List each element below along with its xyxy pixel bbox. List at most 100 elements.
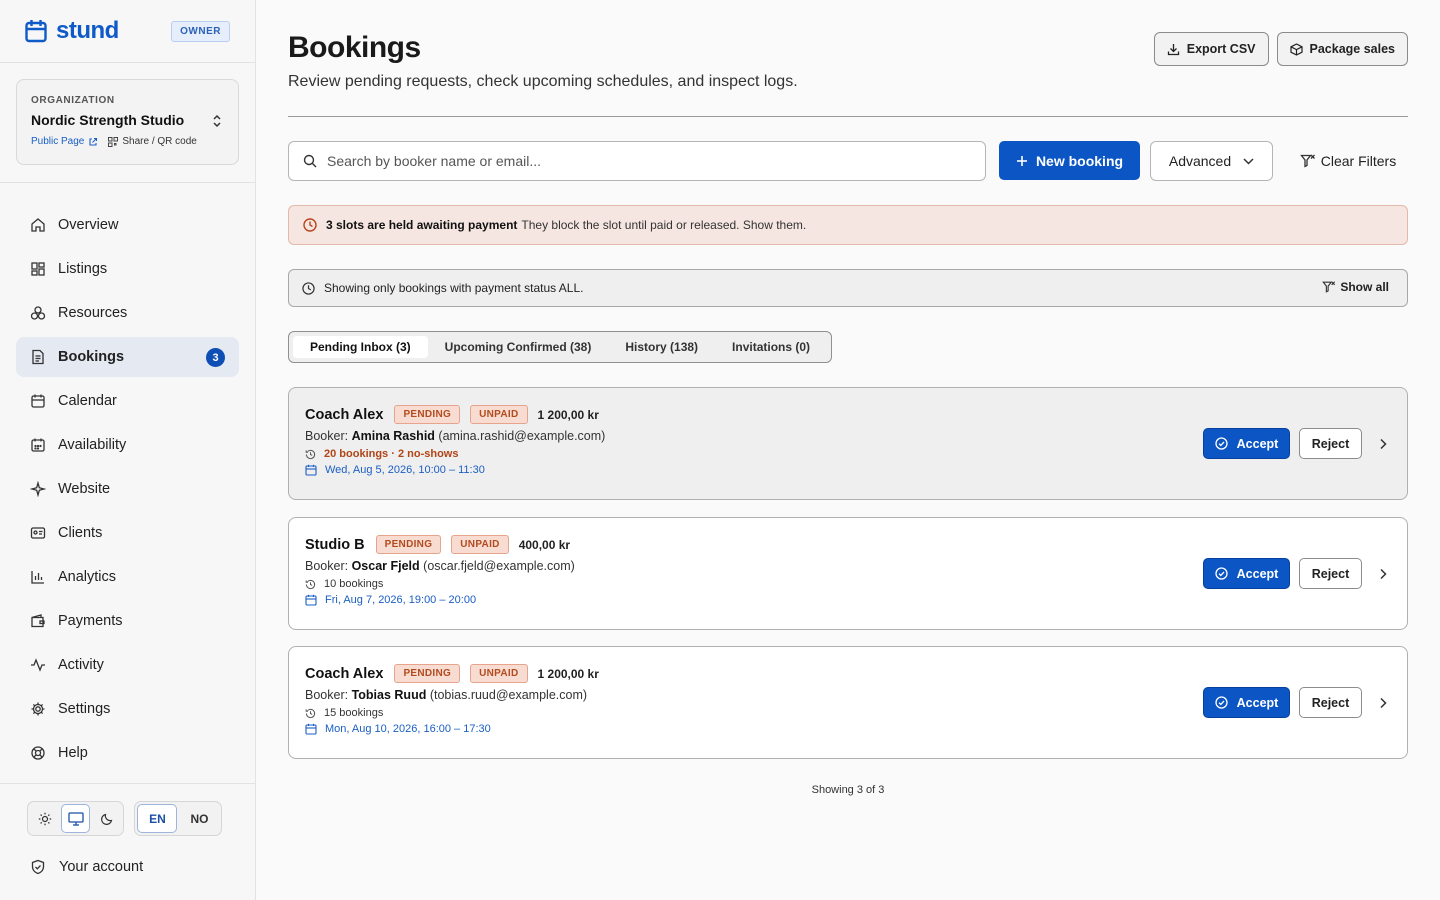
calendar-icon xyxy=(31,394,45,408)
sidebar-item-settings[interactable]: Settings xyxy=(16,689,239,729)
document-icon xyxy=(32,349,44,365)
calendar-icon xyxy=(305,464,317,476)
sidebar-item-analytics[interactable]: Analytics xyxy=(16,557,239,597)
sidebar-item-activity[interactable]: Activity xyxy=(16,645,239,685)
accept-label: Accept xyxy=(1236,695,1279,710)
calendar-icon xyxy=(305,594,317,606)
sidebar-item-website[interactable]: Website xyxy=(16,469,239,509)
sidebar-item-bookings[interactable]: Bookings 3 xyxy=(16,337,239,377)
search-box xyxy=(288,141,986,181)
show-all-button[interactable]: Show all xyxy=(1322,280,1389,294)
booking-card[interactable]: Studio B PENDING UNPAID 400,00 kr Booker… xyxy=(288,517,1408,630)
accept-button[interactable]: Accept xyxy=(1203,558,1290,589)
organization-label: ORGANIZATION xyxy=(31,95,115,106)
sidebar-item-clients[interactable]: Clients xyxy=(16,513,239,553)
filter-x-icon xyxy=(1299,154,1315,168)
monitor-icon xyxy=(67,811,84,826)
new-booking-button[interactable]: New booking xyxy=(999,141,1140,180)
accept-label: Accept xyxy=(1236,436,1279,451)
status-badge: PENDING xyxy=(394,405,461,424)
home-icon xyxy=(31,218,45,232)
toolbar: New booking Advanced Clear Filters xyxy=(288,141,1408,181)
reject-button[interactable]: Reject xyxy=(1299,428,1362,459)
booker-name: Oscar Fjeld xyxy=(351,559,420,573)
public-page-link[interactable]: Public Page xyxy=(31,136,98,147)
sidebar-item-help[interactable]: Help xyxy=(16,733,239,773)
booker-history-text: 10 bookings xyxy=(324,578,384,590)
booking-service: Studio B xyxy=(305,536,365,553)
tab-upcoming-confirmed[interactable]: Upcoming Confirmed (38) xyxy=(428,336,609,358)
advanced-label: Advanced xyxy=(1168,153,1232,169)
header-divider xyxy=(288,116,1408,117)
sidebar-item-payments[interactable]: Payments xyxy=(16,601,239,641)
sidebar-nav: Overview Listings Resources Bookings 3 C… xyxy=(0,183,255,773)
sidebar-item-label: Clients xyxy=(58,525,103,541)
theme-system-button[interactable] xyxy=(61,804,90,833)
theme-light-button[interactable] xyxy=(30,804,59,833)
reject-button[interactable]: Reject xyxy=(1299,687,1362,718)
booking-card[interactable]: Coach Alex PENDING UNPAID 1 200,00 kr Bo… xyxy=(288,646,1408,759)
clock-icon xyxy=(302,281,315,295)
tab-history[interactable]: History (138) xyxy=(608,336,715,358)
moon-icon xyxy=(100,813,112,825)
payment-badge: UNPAID xyxy=(451,535,509,554)
booker-email: (amina.rashid@example.com) xyxy=(438,429,606,443)
sidebar: stund OWNER ORGANIZATION Nordic Strength… xyxy=(0,0,256,900)
payment-hold-alert: 3 slots are held awaiting payment They b… xyxy=(288,205,1408,245)
share-qr-link[interactable]: Share / QR code xyxy=(108,136,197,147)
accept-button[interactable]: Accept xyxy=(1203,687,1290,718)
sidebar-item-listings[interactable]: Listings xyxy=(16,249,239,289)
sidebar-item-label: Bookings xyxy=(58,349,125,365)
export-csv-button[interactable]: Export CSV xyxy=(1153,32,1269,66)
package-icon xyxy=(1289,42,1303,56)
sun-icon xyxy=(38,812,51,825)
booker-history-text: 15 bookings xyxy=(324,707,384,719)
accept-button[interactable]: Accept xyxy=(1203,428,1290,459)
sidebar-item-calendar[interactable]: Calendar xyxy=(16,381,239,421)
chevron-right-icon[interactable] xyxy=(1375,695,1391,711)
booker-prefix: Booker: xyxy=(305,559,349,573)
results-count: Showing 3 of 3 xyxy=(811,784,885,796)
id-card-icon xyxy=(30,527,46,539)
reject-button[interactable]: Reject xyxy=(1299,558,1362,589)
package-sales-button[interactable]: Package sales xyxy=(1276,32,1408,66)
sidebar-item-overview[interactable]: Overview xyxy=(16,205,239,245)
language-no-button[interactable]: NO xyxy=(179,804,219,833)
your-account-link[interactable]: Your account xyxy=(27,859,228,875)
share-qr-label: Share / QR code xyxy=(122,136,197,147)
clear-filters-button[interactable]: Clear Filters xyxy=(1288,141,1408,181)
organization-switcher[interactable]: ORGANIZATION Nordic Strength Studio Publ… xyxy=(16,79,239,165)
bookings-count-badge: 3 xyxy=(206,348,225,367)
alert-text[interactable]: They block the slot until paid or releas… xyxy=(521,218,806,232)
filter-x-icon xyxy=(1322,281,1336,293)
search-input[interactable] xyxy=(327,153,927,169)
tab-pending-inbox[interactable]: Pending Inbox (3) xyxy=(293,336,428,358)
alert-title: 3 slots are held awaiting payment xyxy=(326,218,518,232)
clock-icon xyxy=(303,218,317,232)
booking-card[interactable]: Coach Alex PENDING UNPAID 1 200,00 kr Bo… xyxy=(288,387,1408,500)
page-subtitle: Review pending requests, check upcoming … xyxy=(288,73,798,90)
booker-email: (oscar.fjeld@example.com) xyxy=(423,559,575,573)
language-en-button[interactable]: EN xyxy=(137,804,178,833)
theme-dark-button[interactable] xyxy=(92,804,121,833)
check-circle-icon xyxy=(1215,696,1228,709)
tab-invitations[interactable]: Invitations (0) xyxy=(715,336,827,358)
external-link-icon xyxy=(89,137,98,146)
brand-name[interactable]: stund xyxy=(56,17,119,45)
shield-check-icon xyxy=(31,859,45,875)
chevron-right-icon[interactable] xyxy=(1375,566,1391,582)
search-icon xyxy=(303,154,317,168)
booking-service: Coach Alex xyxy=(305,406,384,423)
show-all-label: Show all xyxy=(1340,280,1389,294)
booking-time: Wed, Aug 5, 2026, 10:00 – 11:30 xyxy=(305,464,1391,476)
advanced-filter-dropdown[interactable]: Advanced xyxy=(1150,141,1273,181)
chevron-right-icon[interactable] xyxy=(1375,436,1391,452)
history-icon xyxy=(305,449,316,459)
booking-service: Coach Alex xyxy=(305,665,384,682)
history-icon xyxy=(305,708,316,718)
header-actions: Export CSV Package sales xyxy=(1153,32,1408,66)
sidebar-item-availability[interactable]: Availability xyxy=(16,425,239,465)
lifebuoy-icon xyxy=(31,746,45,760)
sidebar-item-resources[interactable]: Resources xyxy=(16,293,239,333)
sidebar-item-label: Analytics xyxy=(58,569,117,585)
